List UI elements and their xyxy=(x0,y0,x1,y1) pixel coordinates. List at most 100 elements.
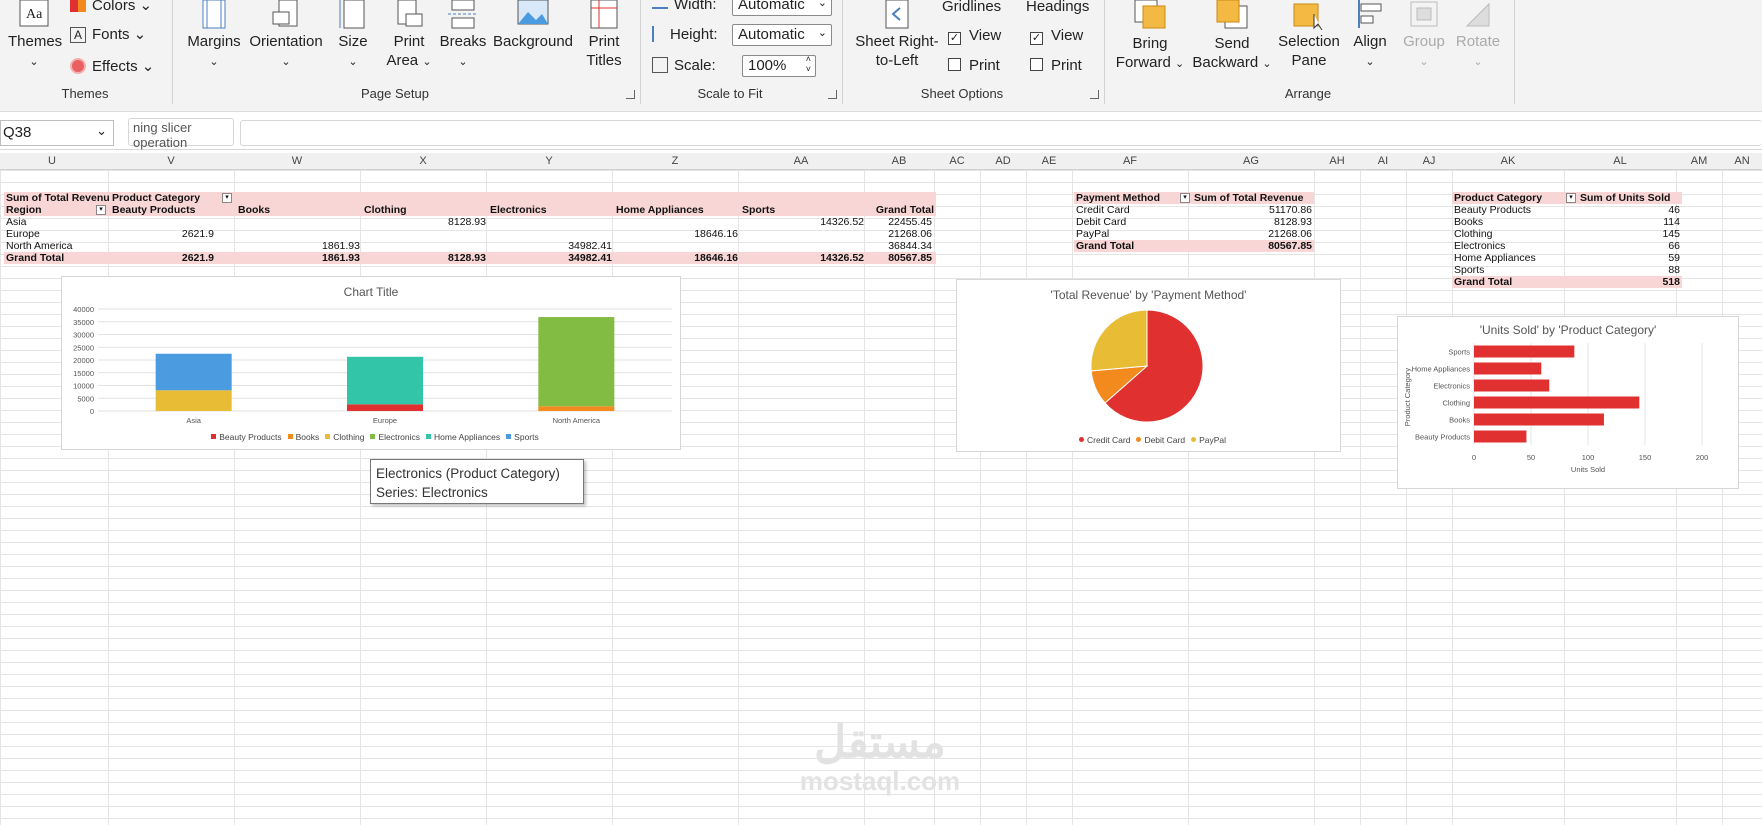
scale-icon xyxy=(652,57,668,73)
checkmark-icon: ✓ xyxy=(1030,32,1043,45)
pivot-cell: 1861.93 xyxy=(322,252,360,264)
width-select[interactable]: Automatic ⌄ xyxy=(732,0,832,16)
filter-dropdown-icon[interactable]: ▾ xyxy=(1180,193,1190,203)
gridline xyxy=(738,170,739,825)
gridline xyxy=(612,170,613,825)
column-header-ab[interactable]: AB xyxy=(864,155,934,167)
pivot-column-header: Books xyxy=(238,204,271,216)
sheet-right-to-left-button[interactable]: Sheet Right-to-Left xyxy=(852,0,942,70)
rotate-button[interactable]: Rotate ⌄ xyxy=(1452,0,1504,72)
column-header-ak[interactable]: AK xyxy=(1452,155,1564,167)
legend-swatch xyxy=(325,434,331,439)
pivot-table-units-by-category[interactable]: Product Category ▾ Sum of Units Sold Bea… xyxy=(1452,192,1682,288)
group-button[interactable]: Group ⌄ xyxy=(1400,0,1448,72)
orientation-button[interactable]: Orientation ⌄ xyxy=(246,0,326,72)
print-area-button[interactable]: Print Area ⌄ xyxy=(382,0,436,72)
gridlines-view-checkbox[interactable]: ✓ View xyxy=(948,27,1001,45)
colors-button[interactable]: Colors ⌄ xyxy=(70,0,152,14)
align-button[interactable]: Align ⌄ xyxy=(1346,0,1394,72)
column-header-ag[interactable]: AG xyxy=(1188,155,1314,167)
breaks-icon xyxy=(448,0,478,29)
filter-dropdown-icon[interactable]: ▾ xyxy=(222,193,232,203)
pivot-cell: 2621.9 xyxy=(181,228,214,240)
column-header-ad[interactable]: AD xyxy=(980,155,1026,167)
filter-dropdown-icon[interactable]: ▾ xyxy=(1566,193,1576,203)
chart-revenue-by-region[interactable]: Chart Title 40000 35000 30000 25000 20000 150… xyxy=(61,276,681,450)
pivot-cell: 34982.41 xyxy=(568,252,612,264)
pivot-row-label: Clothing xyxy=(1454,228,1493,240)
legend-label: Debit Card xyxy=(1144,435,1186,445)
rotate-icon xyxy=(1465,2,1490,27)
gridline xyxy=(108,170,109,825)
checkmark-icon: ✓ xyxy=(948,32,961,45)
pivot-cell: 80567.85 xyxy=(1268,240,1312,252)
pivot-row-field: Region xyxy=(6,204,42,216)
spinner-arrows-icon[interactable]: ˄ ˅ xyxy=(806,54,811,74)
headings-print-checkbox[interactable]: Print xyxy=(1030,57,1082,74)
orientation-icon xyxy=(272,0,298,27)
pivot-table-revenue-by-payment[interactable]: Payment Method ▾ Sum of Total Revenue Cr… xyxy=(1074,192,1314,252)
pivot-row-label: Beauty Products xyxy=(1454,204,1532,216)
breaks-button[interactable]: Breaks ⌄ xyxy=(438,0,488,72)
x-tick-label: 0 xyxy=(1472,453,1476,462)
formula-bar-controls: ning slicer operation xyxy=(128,118,234,150)
themes-icon: Aa xyxy=(19,0,49,27)
column-header-v[interactable]: V xyxy=(108,155,234,167)
bring-forward-button[interactable]: Bring Forward ⌄ xyxy=(1112,0,1188,74)
selection-pane-button[interactable]: Selection Pane xyxy=(1276,0,1342,70)
fonts-button[interactable]: A Fonts ⌄ xyxy=(70,25,146,43)
column-header-af[interactable]: AF xyxy=(1072,155,1188,167)
y-tick-label: Electronics xyxy=(1433,382,1470,391)
column-header-ae[interactable]: AE xyxy=(1026,155,1072,167)
y-tick-label: 30000 xyxy=(73,331,94,340)
pivot-column-header: Beauty Products xyxy=(112,204,196,216)
separator xyxy=(640,0,641,104)
pivot-table-revenue-by-region[interactable]: Sum of Total Revenue Product Category ▾ … xyxy=(4,192,936,264)
tooltip-line1: Electronics (Product Category) xyxy=(376,466,560,481)
effects-button[interactable]: Effects ⌄ xyxy=(70,57,154,75)
chart-units-by-category[interactable]: 'Units Sold' by 'Product Category' 0 50 10… xyxy=(1397,316,1739,489)
scale-to-fit-launcher[interactable] xyxy=(828,90,837,99)
gridline xyxy=(1722,170,1723,825)
sheet-options-launcher[interactable] xyxy=(1090,90,1099,99)
pivot-row-label: Electronics xyxy=(1454,240,1506,252)
formula-input[interactable] xyxy=(240,120,1762,146)
column-header-ai[interactable]: AI xyxy=(1360,155,1406,167)
column-header-am[interactable]: AM xyxy=(1676,155,1722,167)
column-header-ac[interactable]: AC xyxy=(934,155,980,167)
size-button[interactable]: Size ⌄ xyxy=(333,0,373,72)
scale-spinner[interactable]: 100% ˄ ˅ xyxy=(742,54,816,77)
column-header-w[interactable]: W xyxy=(234,155,360,167)
filter-dropdown-icon[interactable]: ▾ xyxy=(96,205,106,215)
page-setup-launcher[interactable] xyxy=(626,90,635,99)
column-header-aa[interactable]: AA xyxy=(738,155,864,167)
watermark-logo: مستقل mostaql.com xyxy=(770,720,990,797)
column-header-an[interactable]: AN xyxy=(1722,155,1762,167)
column-header-z[interactable]: Z xyxy=(612,155,738,167)
column-header-ah[interactable]: AH xyxy=(1314,155,1360,167)
chevron-down-icon[interactable]: ⌄ xyxy=(96,123,107,139)
gridlines-print-checkbox[interactable]: Print xyxy=(948,57,1000,74)
height-select[interactable]: Automatic ⌄ xyxy=(732,24,832,46)
themes-button[interactable]: Aa Themes ⌄ xyxy=(8,0,62,72)
headings-view-checkbox[interactable]: ✓ View xyxy=(1030,27,1083,45)
tooltip-line2: Series: Electronics xyxy=(376,485,488,500)
chart-revenue-by-payment[interactable]: 'Total Revenue' by 'Payment Method' Cred… xyxy=(956,279,1341,452)
pivot-cell: 22455.45 xyxy=(888,216,932,228)
legend-swatch xyxy=(1191,437,1197,442)
pivot-cell: 66 xyxy=(1668,240,1680,252)
background-button[interactable]: Background xyxy=(492,0,574,51)
name-box[interactable]: Q38 ⌄ xyxy=(0,120,114,146)
legend-label: Sports xyxy=(514,432,539,442)
column-header-y[interactable]: Y xyxy=(486,155,612,167)
send-backward-button[interactable]: Send Backward ⌄ xyxy=(1192,0,1272,74)
print-titles-button[interactable]: Print Titles xyxy=(580,0,628,70)
margins-button[interactable]: Margins ⌄ xyxy=(184,0,244,72)
column-header-al[interactable]: AL xyxy=(1564,155,1676,167)
group-icon xyxy=(1410,1,1438,27)
column-header-aj[interactable]: AJ xyxy=(1406,155,1452,167)
column-header-x[interactable]: X xyxy=(360,155,486,167)
column-header-u[interactable]: U xyxy=(0,155,108,167)
y-tick-label: Beauty Products xyxy=(1415,433,1470,442)
stacked-column-plot: 40000 35000 30000 25000 20000 15000 10000 5000 0… xyxy=(73,305,672,425)
